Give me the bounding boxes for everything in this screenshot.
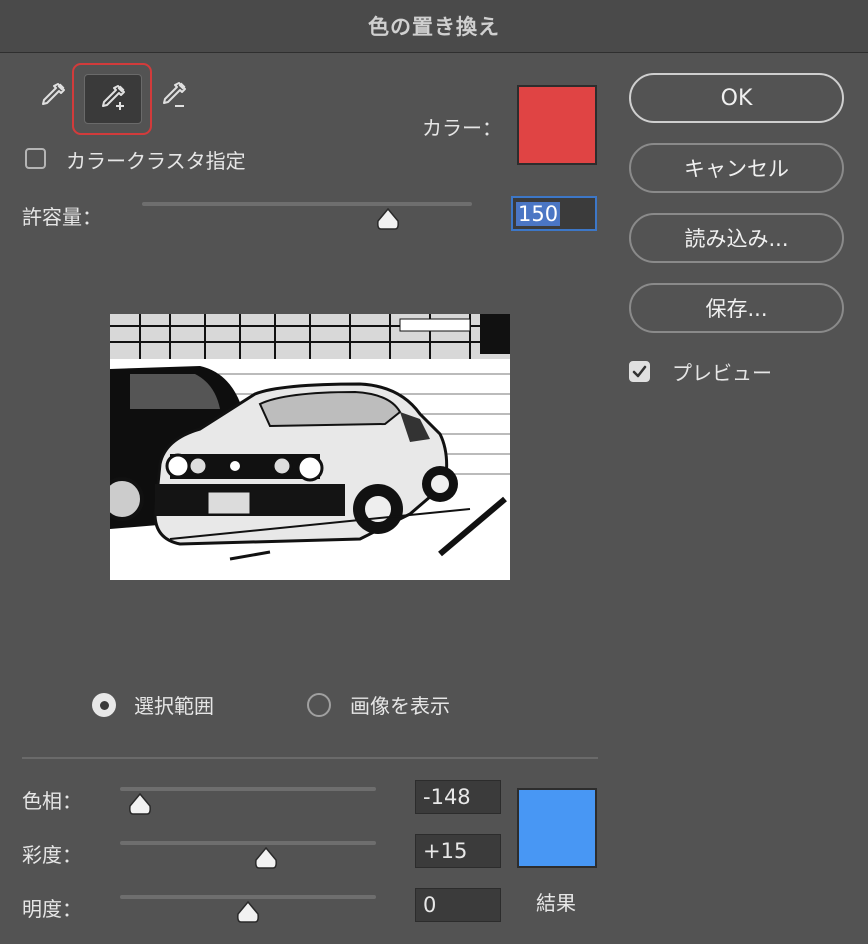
hue-label: 色相：	[22, 789, 82, 813]
eyedropper-minus-icon[interactable]	[152, 74, 196, 118]
lightness-slider[interactable]	[120, 895, 376, 899]
color-swatch[interactable]	[517, 85, 597, 165]
selection-radio[interactable]	[92, 693, 116, 717]
saturation-slider[interactable]	[120, 841, 376, 845]
eyedropper-plus-icon[interactable]	[84, 74, 142, 124]
preview-label: プレビュー	[672, 361, 772, 385]
fuzziness-field[interactable]: 150	[511, 196, 597, 231]
color-label: カラー：	[422, 116, 502, 140]
selection-radio-label: 選択範囲	[134, 694, 214, 718]
checkmark-icon	[632, 365, 647, 378]
save-button[interactable]: 保存...	[629, 283, 844, 333]
fuzziness-slider[interactable]	[142, 202, 472, 206]
fuzziness-value: 150	[516, 202, 561, 226]
image-radio-label: 画像を表示	[350, 694, 450, 718]
lightness-label: 明度：	[22, 897, 82, 921]
color-cluster-checkbox[interactable]	[25, 148, 46, 169]
section-divider	[22, 757, 598, 759]
eyedropper-icon[interactable]	[30, 74, 74, 118]
cancel-button[interactable]: キャンセル	[629, 143, 844, 193]
preview-checkbox[interactable]	[629, 361, 650, 382]
color-cluster-label: カラークラスタ指定	[66, 149, 246, 173]
saturation-field[interactable]: +15	[415, 834, 501, 868]
ok-button[interactable]: OK	[629, 73, 844, 123]
hue-slider[interactable]	[120, 787, 376, 791]
lightness-field[interactable]: 0	[415, 888, 501, 922]
result-label: 結果	[536, 891, 576, 915]
result-swatch[interactable]	[517, 788, 597, 868]
hue-field[interactable]: -148	[415, 780, 501, 814]
hue-slider-thumb[interactable]	[127, 792, 153, 816]
saturation-slider-thumb[interactable]	[253, 846, 279, 870]
fuzziness-slider-thumb[interactable]	[375, 207, 401, 231]
dialog-title: 色の置き換え	[0, 0, 868, 53]
lightness-slider-thumb[interactable]	[235, 900, 261, 924]
load-button[interactable]: 読み込み...	[629, 213, 844, 263]
fuzziness-label: 許容量：	[22, 205, 102, 229]
image-radio[interactable]	[307, 693, 331, 717]
saturation-label: 彩度：	[22, 843, 82, 867]
selection-preview[interactable]	[110, 314, 510, 580]
car-selection-image	[110, 314, 510, 580]
